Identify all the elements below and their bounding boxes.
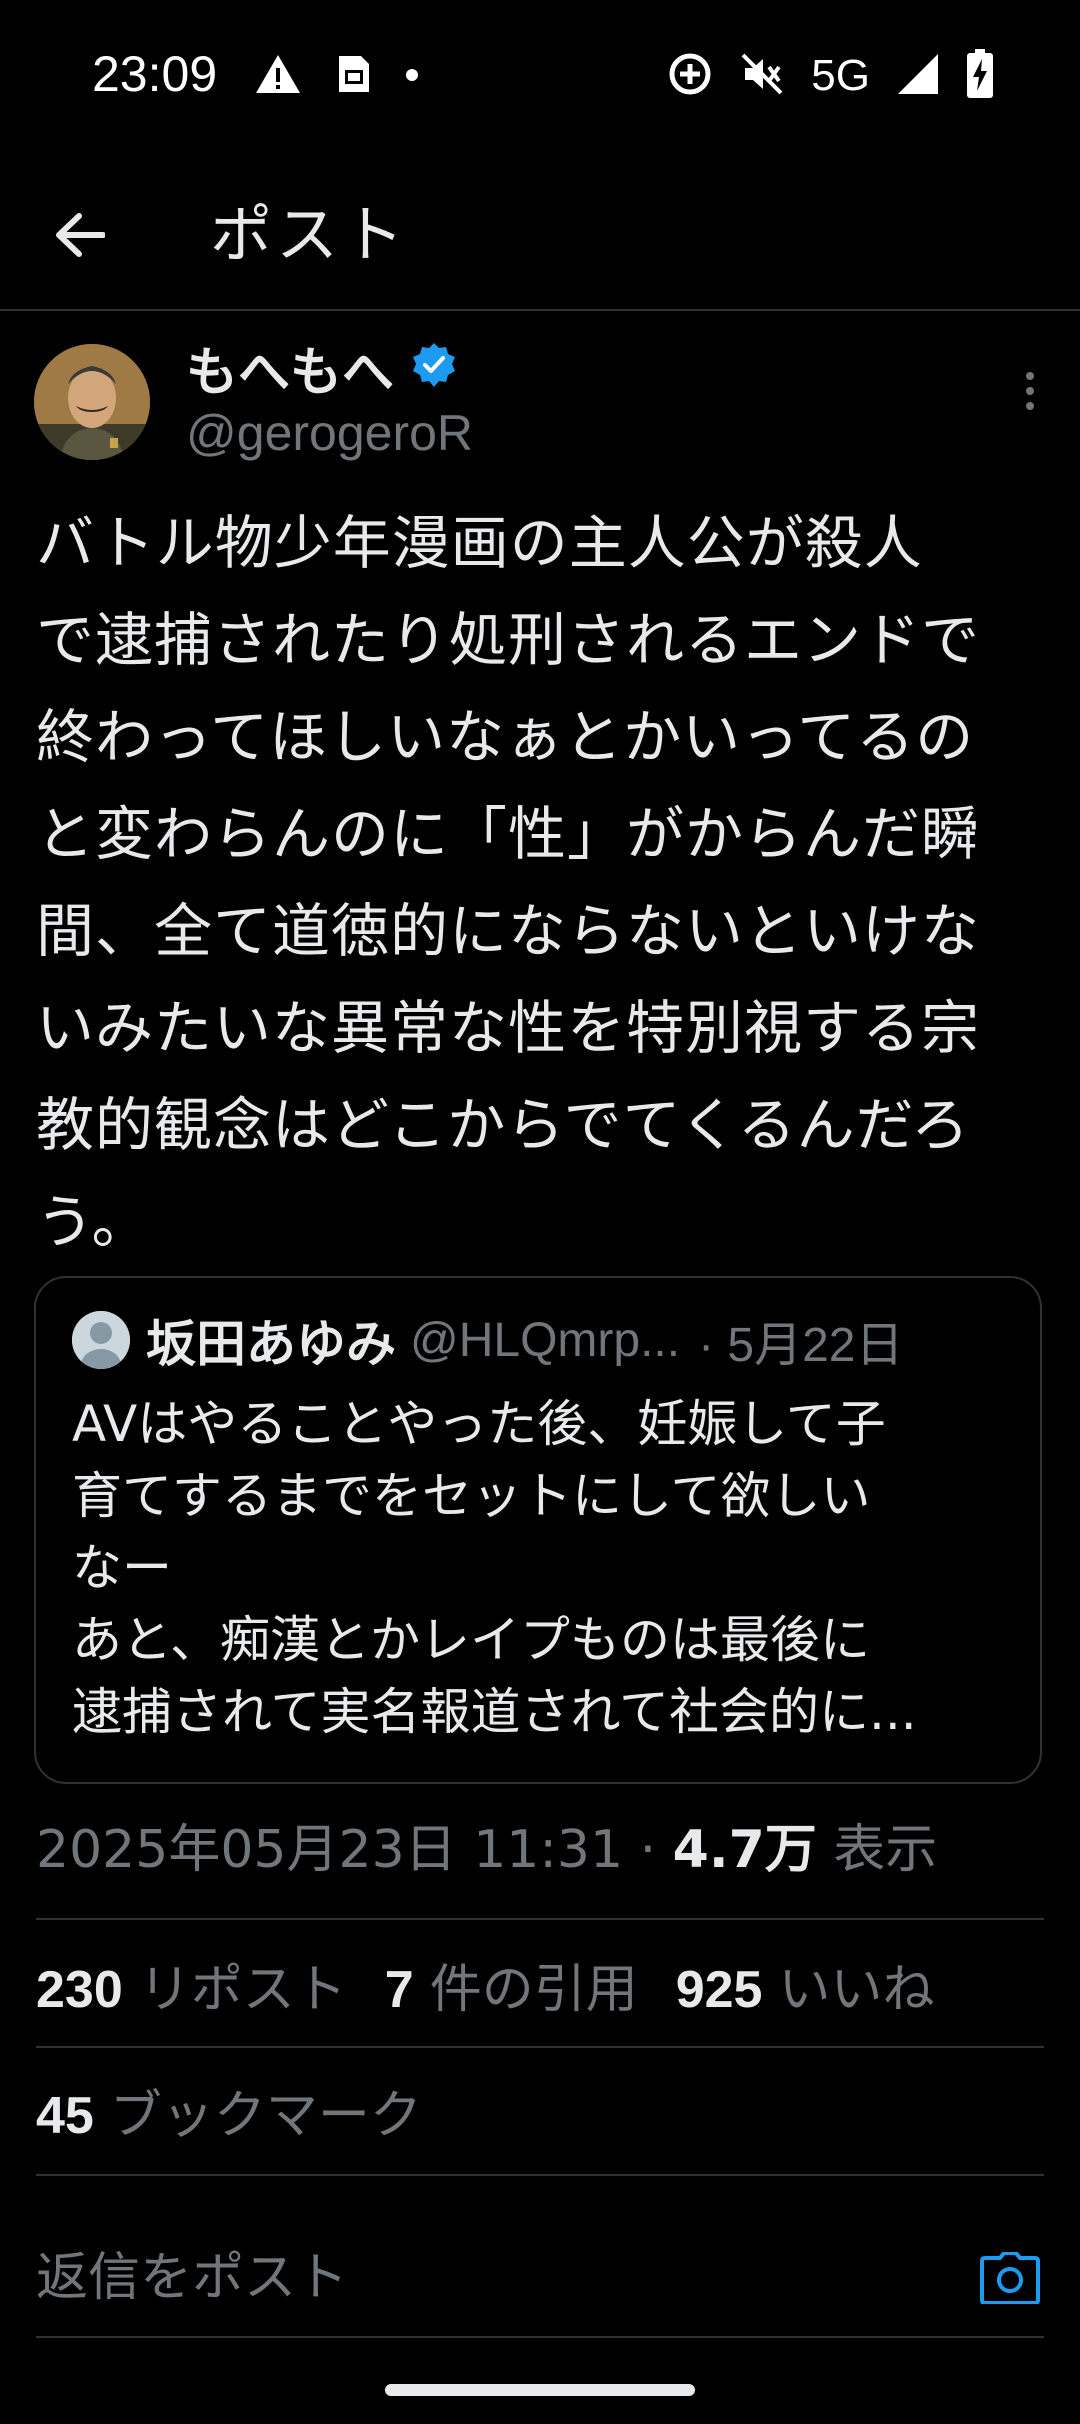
dot xyxy=(1026,387,1034,395)
bookmarks-label: ブックマーク xyxy=(109,2086,422,2146)
reply-input[interactable]: 返信をポスト xyxy=(36,2240,348,2316)
status-left-icons xyxy=(255,48,419,104)
quoted-author-name: 坂田あゆみ xyxy=(146,1315,396,1373)
network-type: 5G xyxy=(811,51,870,100)
signal-icon xyxy=(896,52,940,100)
top-app-bar: ポスト xyxy=(0,150,1080,310)
divider xyxy=(36,2174,1044,2176)
home-indicator[interactable] xyxy=(385,2384,695,2396)
reposts-stat[interactable]: 230 リポスト xyxy=(36,1952,347,2028)
bookmarks-count: 45 xyxy=(36,2087,94,2145)
quotes-count: 7 xyxy=(384,1961,414,2019)
divider xyxy=(36,2336,1044,2338)
mute-icon xyxy=(739,51,785,101)
likes-label: いいね xyxy=(778,1960,935,2020)
quotes-label: 件の引用 xyxy=(429,1960,638,2020)
verified-badge-icon xyxy=(410,341,458,393)
arrow-left-icon xyxy=(56,213,105,257)
status-bar: 23:09 5G xyxy=(0,0,1080,150)
warning-icon xyxy=(255,54,301,98)
more-options-button[interactable] xyxy=(1010,366,1050,416)
author-handle[interactable]: @gerogeroR xyxy=(186,404,473,462)
status-right-icons: 5G xyxy=(667,46,994,106)
quoted-post-date: · 5月22日 xyxy=(698,1319,904,1372)
header-divider xyxy=(0,309,1080,311)
page-title: ポスト xyxy=(210,198,409,271)
bookmarks-stat[interactable]: 45 ブックマーク xyxy=(36,2078,422,2154)
reposts-label: リポスト xyxy=(138,1960,347,2020)
camera-icon xyxy=(980,2252,1040,2304)
quoted-post-card[interactable]: 坂田あゆみ @HLQmrp... · 5月22日 AVはやることやった後、妊娠し… xyxy=(34,1276,1042,1784)
quoted-post-text: AVはやることやった後、妊娠して子 育てするまでをセットにして欲しい なー あと… xyxy=(72,1395,917,1741)
views-label: 表示 xyxy=(816,1820,938,1880)
dot xyxy=(1026,372,1034,380)
notification-dot-icon xyxy=(405,67,419,86)
post-timestamp-row: 2025年05月23日 11:31 · 4.7万 表示 xyxy=(36,1812,937,1888)
quoted-author-handle: @HLQmrp... xyxy=(410,1313,681,1367)
post-timestamp: 2025年05月23日 11:31 · xyxy=(36,1820,673,1880)
author-name-row[interactable]: もへもへ xyxy=(186,334,458,403)
quotes-stat[interactable]: 7 件の引用 xyxy=(385,1952,638,2028)
likes-stat[interactable]: 925 いいね xyxy=(676,1952,935,2028)
divider xyxy=(36,2046,1044,2048)
battery-charging-icon xyxy=(966,49,994,103)
reposts-count: 230 xyxy=(36,1961,123,2019)
camera-button[interactable] xyxy=(974,2242,1046,2314)
likes-count: 925 xyxy=(675,1961,763,2019)
divider xyxy=(36,1918,1044,1920)
author-name[interactable]: もへもへ xyxy=(186,330,394,405)
sim-card-icon xyxy=(335,54,371,98)
back-button[interactable] xyxy=(40,195,120,275)
author-avatar[interactable] xyxy=(34,344,150,460)
data-saver-icon xyxy=(667,51,713,101)
quoted-post-header: 坂田あゆみ @HLQmrp... · 5月22日 xyxy=(72,1308,1016,1373)
views-count: 4.7万 xyxy=(672,1820,817,1880)
post-text: バトル物少年漫画の主人公が殺人 で逮捕されたり処刑されるエンドで 終わってほしい… xyxy=(36,509,981,1256)
engagement-stats: 230 リポスト 7 件の引用 925 いいね xyxy=(36,1952,935,2028)
quoted-author-avatar xyxy=(72,1311,130,1369)
status-time: 23:09 xyxy=(92,46,218,102)
dot xyxy=(1026,402,1034,410)
